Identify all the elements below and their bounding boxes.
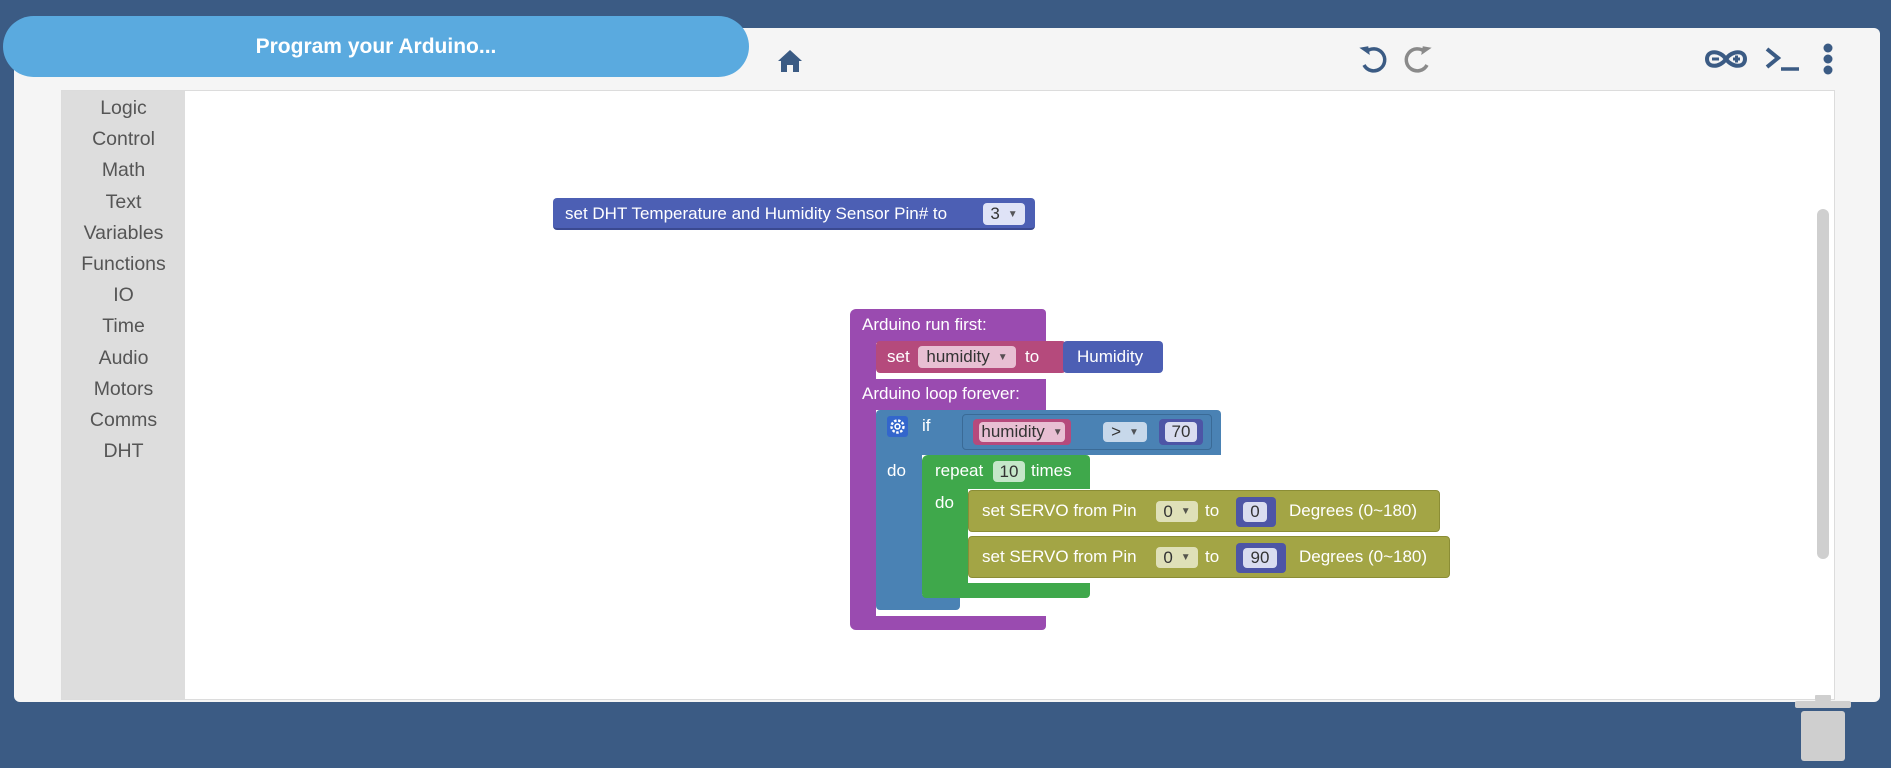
gear-mutator-button[interactable] [887,416,908,437]
toolbox-category-functions[interactable]: Functions [62,249,185,280]
undo-icon [1359,46,1387,73]
dht-pin-value: 3 [990,204,1000,223]
set-label: set [887,347,910,366]
arduino-button[interactable] [1702,44,1750,74]
number-block-70[interactable]: 70 [1159,419,1203,445]
toolbox-category-dht[interactable]: DHT [62,436,185,467]
dht-set-label: set DHT Temperature and Humidity Sensor … [565,204,948,223]
loop-forever-label: Arduino loop forever: [862,384,1020,403]
if-block-spine: do [876,455,922,605]
menu-button[interactable] [1817,42,1839,76]
repeat-label: repeat [935,461,984,480]
repeat-do-label: do [935,493,954,512]
toolbox-category-motors[interactable]: Motors [62,374,185,405]
servo1-to-label: to [1205,501,1220,520]
operator-value: > [1111,422,1122,441]
arduino-main-block[interactable]: Arduino run first: [850,309,1046,343]
servo2-to-label: to [1205,547,1220,566]
humidity-reading-block[interactable]: Humidity [1063,341,1163,373]
workspace-scrollbar[interactable] [1817,209,1829,559]
servo2-pin-dropdown[interactable]: 0 ▼ [1156,547,1198,568]
toolbox-category-time[interactable]: Time [62,311,185,342]
dht-set-pin-block[interactable]: set DHT Temperature and Humidity Sensor … [553,198,1035,230]
servo1-pin-dropdown[interactable]: 0 ▼ [1156,501,1198,522]
arduino-block-bottom [850,616,1046,630]
repeat-block[interactable]: repeat 10 times [922,455,1090,489]
repeat-block-bottom [922,583,1090,598]
arduino-loop-spine [850,410,876,616]
terminal-button[interactable] [1762,44,1804,74]
app-title: Program your Arduino... [3,16,749,77]
set-variable-block[interactable]: set humidity ▼ to [876,341,1066,373]
home-button[interactable] [773,46,807,76]
variable-get-block[interactable]: humidity ▼ [973,419,1071,445]
if-label: if [922,416,931,435]
servo1-angle-block[interactable]: 0 [1236,497,1276,527]
servo1-pin-value: 0 [1163,501,1173,521]
compare-variable-name: humidity [981,422,1045,441]
repeat-count-field[interactable]: 10 [993,461,1025,482]
redo-button[interactable] [1402,42,1436,76]
to-label: to [1025,347,1040,366]
threshold-field[interactable]: 70 [1165,422,1197,442]
toolbox-category-audio[interactable]: Audio [62,343,185,374]
dht-pin-dropdown[interactable]: 3 ▼ [983,203,1025,225]
servo2-label: set SERVO from Pin [982,547,1137,566]
operator-dropdown[interactable]: > ▼ [1103,422,1147,442]
arduino-infinity-icon [1704,50,1748,68]
toolbox-category-control[interactable]: Control [62,124,185,155]
gear-icon [890,419,905,434]
more-vert-icon [1823,43,1833,75]
toolbox-category-comms[interactable]: Comms [62,405,185,436]
servo1-label: set SERVO from Pin [982,501,1137,520]
home-icon [778,50,802,72]
undo-button[interactable] [1355,42,1389,76]
servo1-suffix: Degrees (0~180) [1289,501,1418,520]
times-label: times [1031,461,1072,480]
variable-name: humidity [926,347,990,366]
toolbox-category-math[interactable]: Math [62,155,185,186]
trash-can[interactable] [1795,695,1851,768]
if-do-label: do [887,461,906,480]
servo2-suffix: Degrees (0~180) [1299,547,1428,566]
trash-icon [1795,695,1851,761]
servo1-angle-field[interactable]: 0 [1243,502,1267,522]
loop-forever-header: Arduino loop forever: [850,379,1046,410]
toolbox-category-io[interactable]: IO [62,280,185,311]
servo2-angle-field[interactable]: 90 [1243,548,1277,568]
run-first-label: Arduino run first: [862,315,987,334]
toolbox-category-logic[interactable]: Logic [62,93,185,124]
compare-block[interactable]: humidity ▼ > ▼ 70 [962,414,1212,450]
toolbox-category-text[interactable]: Text [62,187,185,218]
repeat-block-spine: do [922,489,968,587]
humidity-reading-label: Humidity [1077,347,1144,366]
servo-block-1[interactable]: set SERVO from Pin 0 ▼ to 0 Degrees (0~18… [968,490,1440,532]
arduino-block-spine [850,343,876,379]
toolbox-category-variables[interactable]: Variables [62,218,185,249]
variable-dropdown[interactable]: humidity ▼ [918,346,1016,368]
redo-icon [1404,46,1432,73]
servo2-angle-block[interactable]: 90 [1236,543,1286,573]
toolbox: Logic Control Math Text Variables Functions IO… [62,91,185,699]
servo-block-2[interactable]: set SERVO from Pin 0 ▼ to 90 Degrees (0~1… [968,536,1450,578]
terminal-icon [1765,47,1799,71]
compare-variable-dropdown[interactable]: humidity ▼ [979,422,1065,442]
servo2-pin-value: 0 [1163,547,1173,567]
